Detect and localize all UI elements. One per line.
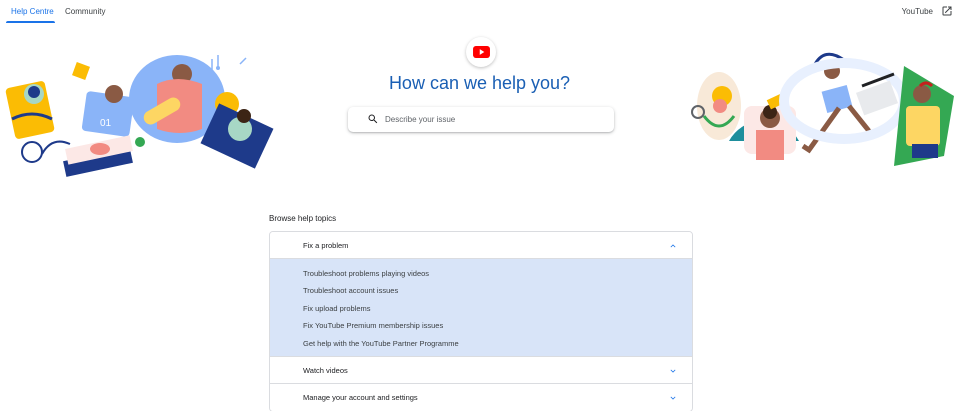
topic-fix-a-problem-links: Troubleshoot problems playing videos Tro… — [270, 259, 692, 357]
right-illustration — [691, 52, 954, 166]
topic-label: Watch videos — [303, 365, 348, 375]
topic-fix-a-problem[interactable]: Fix a problem — [270, 232, 692, 259]
link-troubleshoot-playback[interactable]: Troubleshoot problems playing videos — [270, 265, 692, 282]
link-partner-programme[interactable]: Get help with the YouTube Partner Progra… — [270, 335, 692, 352]
browse-topics-heading: Browse help topics — [269, 214, 337, 223]
svg-text:01: 01 — [100, 118, 112, 129]
open-in-new-icon[interactable] — [941, 5, 953, 17]
chevron-down-icon[interactable] — [668, 393, 678, 403]
link-fix-upload[interactable]: Fix upload problems — [270, 300, 692, 317]
tab-help-centre[interactable]: Help Centre — [11, 7, 54, 16]
tab-community[interactable]: Community — [65, 7, 105, 16]
chevron-down-icon[interactable] — [668, 366, 678, 376]
help-topics-accordion: Fix a problem Troubleshoot problems play… — [269, 231, 693, 411]
search-icon — [368, 114, 378, 124]
youtube-play-icon — [472, 46, 490, 58]
youtube-logo — [466, 37, 496, 67]
active-tab-indicator — [6, 21, 55, 23]
search-box[interactable] — [348, 107, 614, 132]
link-fix-premium[interactable]: Fix YouTube Premium membership issues — [270, 317, 692, 334]
youtube-link[interactable]: YouTube — [902, 7, 933, 16]
topic-watch-videos[interactable]: Watch videos — [270, 356, 692, 384]
topic-manage-account[interactable]: Manage your account and settings — [270, 383, 692, 411]
chevron-up-icon[interactable] — [668, 241, 678, 251]
left-illustration: 01 — [5, 55, 274, 177]
topic-label: Manage your account and settings — [303, 392, 418, 402]
topic-label: Fix a problem — [303, 241, 349, 250]
search-input[interactable] — [385, 111, 605, 128]
link-troubleshoot-account[interactable]: Troubleshoot account issues — [270, 282, 692, 299]
decorative-figures — [691, 52, 954, 166]
top-nav: Help Centre Community YouTube — [0, 0, 959, 24]
